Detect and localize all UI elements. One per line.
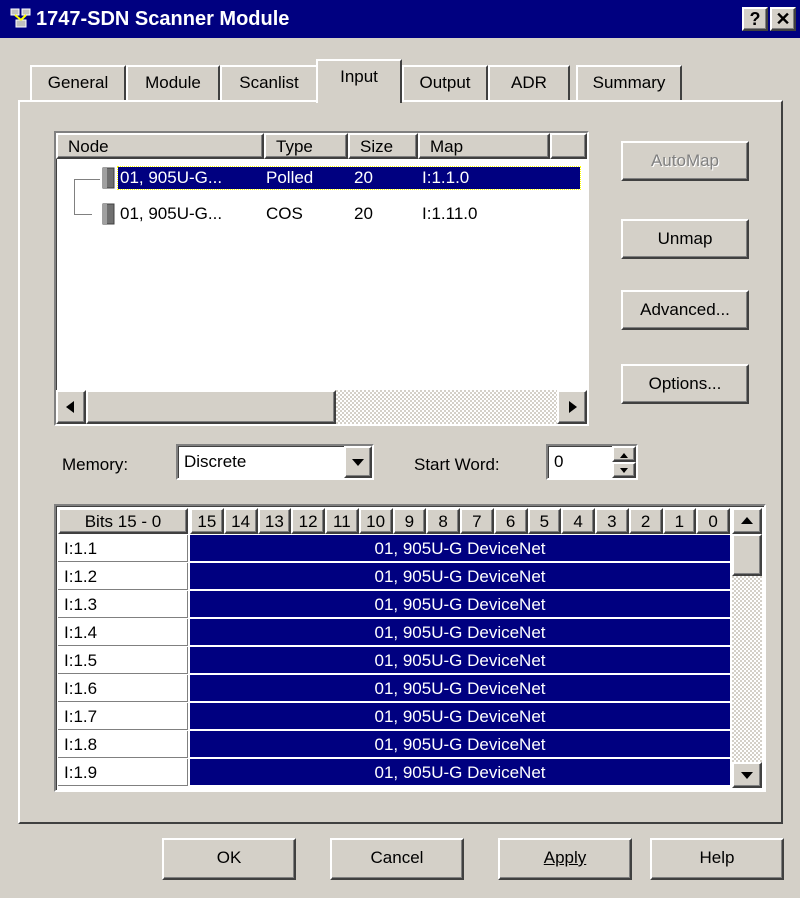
scroll-thumb[interactable] [86,390,336,424]
tree-connector [74,179,92,215]
dropdown-arrow-icon[interactable] [344,446,372,478]
tree-connector-top [74,179,100,180]
bit-header: 15 [190,508,224,534]
row-type: Polled [266,168,314,187]
mapped-device-cell[interactable]: 01, 905U-G DeviceNet [190,647,730,674]
tab-adr[interactable]: ADR [488,65,570,101]
bit-header: 0 [696,508,730,534]
mapped-device-cell[interactable]: 01, 905U-G DeviceNet [190,535,730,562]
tab-scanlist[interactable]: Scanlist [220,65,318,101]
scroll-left-button[interactable] [56,390,86,424]
vertical-scrollbar[interactable] [732,508,762,788]
bit-header: 9 [392,508,427,534]
bits-header: Bits 15 - 0 [58,508,188,534]
horizontal-scrollbar[interactable] [56,390,587,424]
row-address: I:1.9 [58,759,188,786]
tab-module[interactable]: Module [126,65,220,101]
options-button[interactable]: Options... [621,364,749,404]
row-type: COS [266,204,303,223]
mapped-device-cell[interactable]: 01, 905U-G DeviceNet [190,619,730,646]
column-header-node[interactable]: Node [56,133,264,159]
row-address: I:1.6 [58,675,188,702]
node-list[interactable]: Node Type Size Map 01, 905U-G... Polled … [54,131,589,426]
bit-header: 7 [460,508,494,534]
row-address: I:1.4 [58,619,188,646]
scroll-track[interactable] [336,390,557,424]
row-size: 20 [354,168,373,187]
spin-up-icon[interactable] [612,446,636,462]
bit-header: 13 [257,508,292,534]
row-address: I:1.7 [58,703,188,730]
row-map: I:1.11.0 [422,204,478,223]
mapped-device-cell[interactable]: 01, 905U-G DeviceNet [190,703,730,730]
start-word-spinner[interactable]: 0 [546,444,638,480]
automap-button[interactable]: AutoMap [621,141,749,181]
bit-map-grid[interactable]: Bits 15 - 0 15 14 13 12 11 10 9 8 7 6 5 4 3 2 1 0 I:1.1… [54,504,766,792]
row-address: I:1.8 [58,731,188,758]
advanced-button[interactable]: Advanced... [621,290,749,330]
memory-label: Memory: [62,455,129,474]
bit-header: 12 [291,508,325,534]
title-bar[interactable]: 1747-SDN Scanner Module ? ✕ [0,0,800,38]
bit-header: 3 [595,508,629,534]
row-address: I:1.1 [58,535,188,562]
tab-input[interactable]: Input [316,59,402,103]
row-address: I:1.2 [58,563,188,590]
bit-header: 5 [527,508,562,534]
apply-mnemonic: Apply [543,848,587,867]
mapped-device-cell[interactable]: 01, 905U-G DeviceNet [190,675,730,702]
bit-header: 2 [628,508,663,534]
memory-value: Discrete [184,452,247,471]
bit-header: 6 [493,508,528,534]
column-header-map[interactable]: Map [418,133,550,159]
tab-summary[interactable]: Summary [576,65,682,101]
column-header-size[interactable]: Size [348,133,418,159]
device-icon [100,203,116,225]
table-row[interactable]: 01, 905U-G... COS 20 I:1.11.0 [118,203,580,225]
scroll-up-button[interactable] [732,508,762,534]
row-size: 20 [354,204,373,223]
ok-button[interactable]: OK [162,838,296,880]
bit-header: 8 [426,508,460,534]
mapped-device-cell[interactable]: 01, 905U-G DeviceNet [190,591,730,618]
close-button[interactable]: ✕ [770,7,796,31]
network-icon [10,7,32,29]
bit-header: 4 [561,508,595,534]
row-map: I:1.1.0 [422,168,470,187]
device-icon [100,167,116,189]
help-button[interactable]: Help [650,838,784,880]
column-header-blank [550,133,587,159]
scroll-right-button[interactable] [557,390,587,424]
bit-header: 1 [662,508,697,534]
column-header-type[interactable]: Type [264,133,348,159]
vscroll-thumb[interactable] [732,534,762,576]
start-word-label: Start Word: [414,455,500,474]
row-address: I:1.3 [58,591,188,618]
row-node: 01, 905U-G... [120,168,223,187]
spin-down-icon[interactable] [612,462,636,478]
cancel-button[interactable]: Cancel [330,838,464,880]
memory-select[interactable]: Discrete [176,444,374,480]
start-word-input[interactable]: 0 [554,452,563,472]
table-row[interactable]: 01, 905U-G... Polled 20 I:1.1.0 [117,166,581,190]
bit-header: 14 [223,508,258,534]
help-title-button[interactable]: ? [742,7,768,31]
row-address: I:1.5 [58,647,188,674]
mapped-device-cell[interactable]: 01, 905U-G DeviceNet [190,563,730,590]
apply-button[interactable]: Apply [498,838,632,880]
unmap-button[interactable]: Unmap [621,219,749,259]
window-title: 1747-SDN Scanner Module [36,8,290,30]
bit-header: 10 [358,508,393,534]
row-node: 01, 905U-G... [120,204,223,223]
mapped-device-cell[interactable]: 01, 905U-G DeviceNet [190,759,730,786]
tab-output[interactable]: Output [402,65,488,101]
tab-general[interactable]: General [30,65,126,101]
scroll-down-button[interactable] [732,762,762,788]
bit-header: 11 [325,508,359,534]
mapped-device-cell[interactable]: 01, 905U-G DeviceNet [190,731,730,758]
